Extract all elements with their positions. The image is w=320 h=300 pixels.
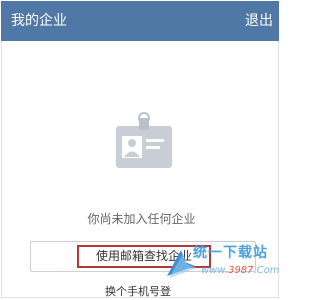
empty-state-message: 你尚未加入任何企业: [87, 212, 196, 226]
watermark-logo: 统一下载站 www.3987.Com: [165, 244, 280, 284]
page-title: 我的企业: [11, 13, 67, 29]
title-bar: 我的企业 退出: [1, 1, 279, 41]
watermark-brand: 统一下载站: [193, 245, 268, 261]
id-badge-icon: [116, 112, 172, 168]
switch-phone-login-link[interactable]: 换个手机号登: [105, 285, 171, 299]
watermark-url-number: 3987: [228, 265, 254, 276]
watermark-url-suffix: .Com: [253, 265, 280, 276]
logout-button[interactable]: 退出: [245, 12, 273, 30]
watermark-url-prefix: www.: [201, 265, 229, 276]
app-screen: 我的企业 退出 你尚未加入任何企业 使用邮箱查找企业 换个手机号登 统一下载站 …: [0, 0, 281, 300]
watermark-url: www.3987.Com: [201, 265, 280, 277]
